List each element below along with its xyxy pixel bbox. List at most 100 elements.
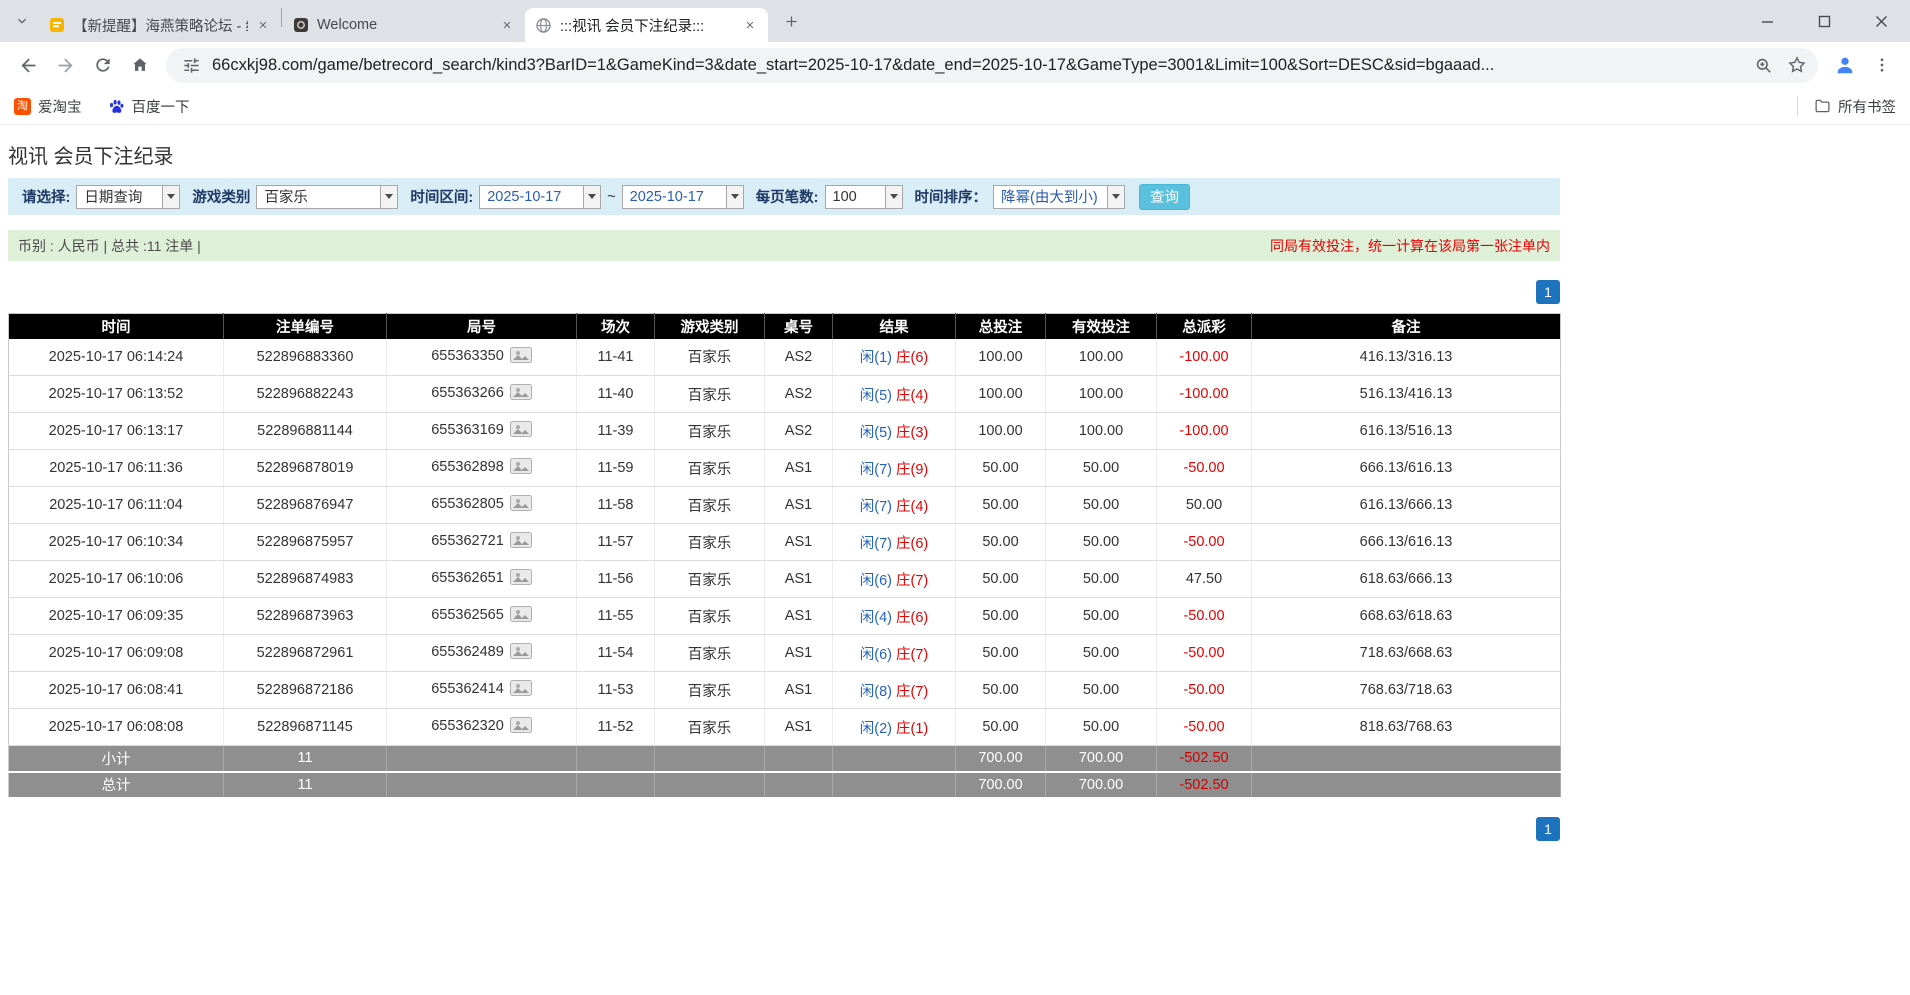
zoom-icon[interactable] [1746, 48, 1780, 82]
result-banker: 庄(6) [896, 350, 928, 366]
round-media-icon[interactable] [510, 532, 532, 552]
chevron-down-icon[interactable] [1107, 186, 1124, 208]
cell-valid-bet: 50.00 [1046, 450, 1157, 487]
result-banker: 庄(7) [896, 573, 928, 589]
chevron-down-icon[interactable] [885, 186, 902, 208]
per-page-select[interactable]: 100 [825, 185, 903, 209]
cell-game: 百家乐 [655, 339, 765, 376]
all-bookmarks-button[interactable]: 所有书签 [1814, 96, 1896, 117]
chevron-down-icon[interactable] [162, 186, 179, 208]
date-start-value: 2025-10-17 [480, 189, 583, 205]
baidu-paw-icon [108, 98, 125, 115]
round-media-icon[interactable] [510, 347, 532, 367]
date-start-input[interactable]: 2025-10-17 [479, 185, 601, 209]
cell-round: 655363266 [387, 376, 577, 413]
tab-search-chevron-icon[interactable] [8, 7, 36, 35]
forward-icon[interactable] [47, 47, 84, 84]
window-controls [1739, 0, 1910, 42]
page-1-button[interactable]: 1 [1536, 817, 1560, 841]
cell-total-bet[interactable]: 50.00 [956, 635, 1046, 672]
address-bar[interactable]: 66cxkj98.com/game/betrecord_search/kind3… [166, 48, 1818, 83]
round-media-icon[interactable] [510, 421, 532, 441]
cell-payout: -50.00 [1157, 524, 1252, 561]
cell-valid-bet: 50.00 [1046, 672, 1157, 709]
round-media-icon[interactable] [510, 384, 532, 404]
round-media-icon[interactable] [510, 495, 532, 515]
tab-bet-records[interactable]: :::视讯 会员下注纪录::: [525, 8, 768, 42]
reload-icon[interactable] [84, 47, 121, 84]
result-player: 闲(7) [860, 499, 892, 515]
round-media-icon[interactable] [510, 458, 532, 478]
round-media-icon[interactable] [510, 643, 532, 663]
chevron-down-icon[interactable] [380, 186, 397, 208]
chevron-down-icon[interactable] [726, 186, 743, 208]
cell-total-bet[interactable]: 50.00 [956, 672, 1046, 709]
menu-dots-icon[interactable] [1863, 47, 1900, 84]
cell-round: 655362805 [387, 487, 577, 524]
cell-table-no: AS1 [765, 561, 833, 598]
round-media-icon[interactable] [510, 717, 532, 737]
col-session: 场次 [577, 314, 655, 339]
bookmark-aitaobao[interactable]: 淘 爱淘宝 [14, 96, 82, 117]
result-banker: 庄(4) [896, 499, 928, 515]
chevron-down-icon[interactable] [583, 186, 600, 208]
cell-result: 闲(7)庄(9) [833, 450, 956, 487]
cell-table-no: AS1 [765, 709, 833, 746]
tab-close-icon[interactable] [741, 17, 758, 34]
tab-close-icon[interactable] [498, 17, 515, 34]
bookmark-star-icon[interactable] [1780, 48, 1814, 82]
cell-round: 655363169 [387, 413, 577, 450]
tab-close-icon[interactable] [254, 17, 271, 34]
search-button[interactable]: 查询 [1139, 184, 1190, 210]
cell-session: 11-59 [577, 450, 655, 487]
cell-total-bet[interactable]: 100.00 [956, 413, 1046, 450]
cell-time: 2025-10-17 06:09:35 [9, 598, 224, 635]
cell-result: 闲(8)庄(7) [833, 672, 956, 709]
new-tab-button[interactable] [777, 7, 805, 35]
cell-payout: -50.00 [1157, 672, 1252, 709]
sort-select[interactable]: 降幂(由大到小) [993, 185, 1125, 209]
cell-round: 655362565 [387, 598, 577, 635]
url-text[interactable]: 66cxkj98.com/game/betrecord_search/kind3… [212, 56, 1746, 75]
cell-game: 百家乐 [655, 635, 765, 672]
cell-total-bet[interactable]: 50.00 [956, 524, 1046, 561]
close-window-button[interactable] [1853, 0, 1910, 42]
back-icon[interactable] [10, 47, 47, 84]
tab-forum[interactable]: 【新提醒】海燕策略论坛 - 综合 [38, 8, 281, 42]
rule-notice-text: 同局有效投注，统一计算在该局第一张注单内 [1270, 236, 1550, 256]
cell-remark: 516.13/416.13 [1252, 376, 1561, 413]
profile-avatar-icon[interactable] [1826, 47, 1863, 84]
cell-total-bet[interactable]: 100.00 [956, 376, 1046, 413]
cell-total-bet[interactable]: 50.00 [956, 487, 1046, 524]
page-1-button[interactable]: 1 [1536, 280, 1560, 304]
result-player: 闲(6) [860, 647, 892, 663]
cell-total-bet[interactable]: 50.00 [956, 561, 1046, 598]
total-total-bet: 700.00 [956, 772, 1046, 798]
cell-result: 闲(6)庄(7) [833, 635, 956, 672]
cell-game: 百家乐 [655, 672, 765, 709]
cell-total-bet[interactable]: 50.00 [956, 450, 1046, 487]
round-media-icon[interactable] [510, 606, 532, 626]
site-settings-icon[interactable] [180, 54, 202, 76]
date-end-input[interactable]: 2025-10-17 [622, 185, 744, 209]
cell-remark: 666.13/616.13 [1252, 450, 1561, 487]
result-banker: 庄(4) [896, 388, 928, 404]
bet-records-table: 时间 注单编号 局号 场次 游戏类别 桌号 结果 总投注 有效投注 总派彩 备注 [8, 313, 1561, 799]
date-mode-select[interactable]: 日期查询 [76, 185, 180, 209]
cell-valid-bet: 50.00 [1046, 561, 1157, 598]
home-icon[interactable] [121, 47, 158, 84]
cell-total-bet[interactable]: 100.00 [956, 339, 1046, 376]
round-media-icon[interactable] [510, 680, 532, 700]
round-number: 655362721 [431, 533, 504, 549]
cell-bet-id: 522896873963 [224, 598, 387, 635]
cell-total-bet[interactable]: 50.00 [956, 709, 1046, 746]
per-page-value: 100 [826, 189, 885, 205]
minimize-button[interactable] [1739, 0, 1796, 42]
maximize-button[interactable] [1796, 0, 1853, 42]
round-media-icon[interactable] [510, 569, 532, 589]
date-range-label: 时间区间: [410, 186, 473, 207]
bookmark-baidu[interactable]: 百度一下 [108, 96, 190, 117]
game-type-select[interactable]: 百家乐 [256, 185, 398, 209]
cell-total-bet[interactable]: 50.00 [956, 598, 1046, 635]
tab-welcome[interactable]: Welcome [282, 8, 525, 42]
